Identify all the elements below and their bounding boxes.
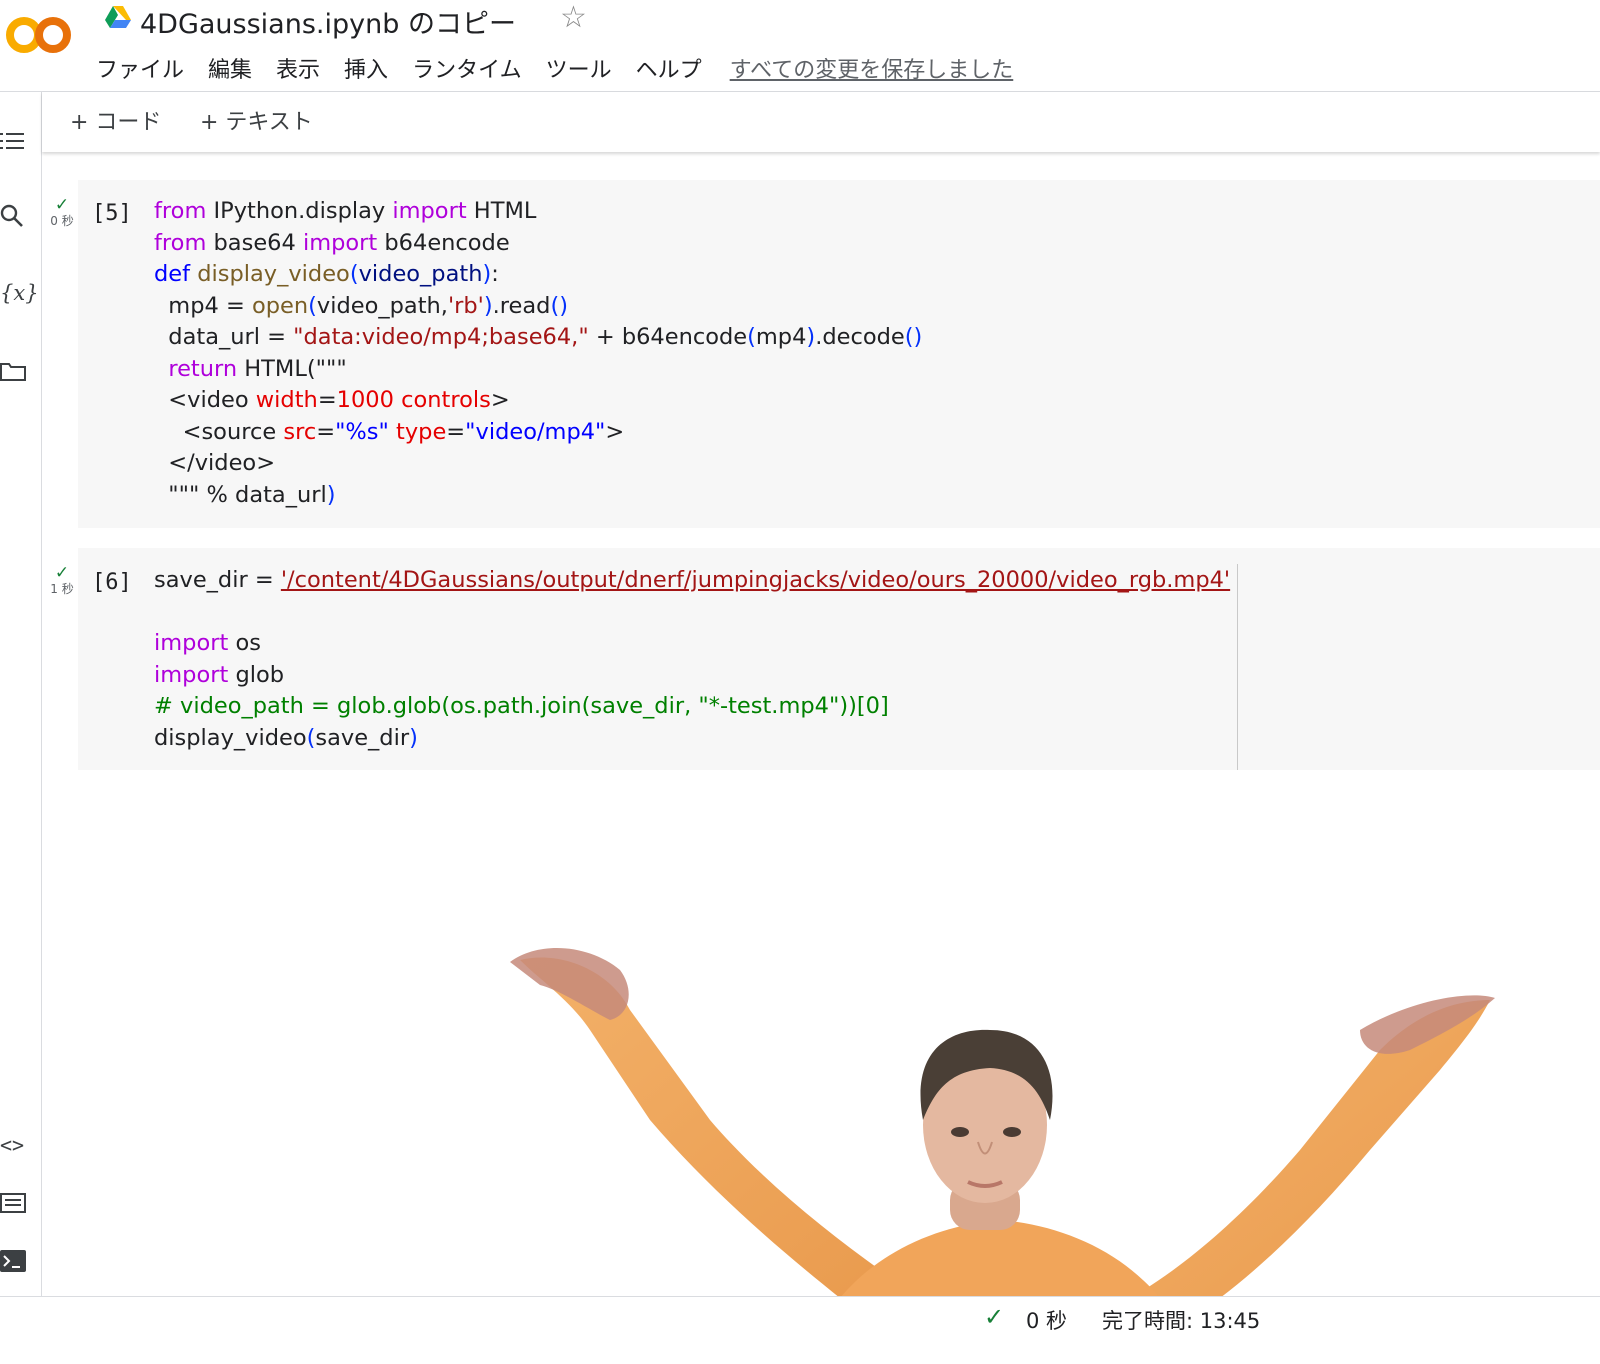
execution-count[interactable]: [6] <box>92 570 132 595</box>
success-check-icon: ✓ <box>54 195 70 214</box>
video-output[interactable] <box>480 920 1520 1298</box>
code-line: save_dir = '/content/4DGaussians/output/… <box>154 567 1231 593</box>
execution-count[interactable]: [5] <box>92 201 132 226</box>
code-line: mp4 = open(video_path,'rb').read() <box>154 292 569 319</box>
cell-status: ✓ 1 秒 <box>46 563 78 597</box>
code-line: import glob <box>154 661 285 688</box>
code-line: def display_video(video_path): <box>154 261 499 287</box>
search-glyph <box>0 204 23 227</box>
code-line: display_video(save_dir) <box>154 724 418 751</box>
folder-glyph <box>0 363 26 381</box>
save-status-link[interactable]: すべての変更を保存しました <box>730 52 1014 84</box>
cell-status: ✓ 0 秒 <box>46 195 78 229</box>
code-editor[interactable]: from IPython.display import HTML from bas… <box>154 196 922 511</box>
menu-help[interactable]: ヘルプ <box>636 52 702 84</box>
table-of-contents-icon[interactable] <box>0 124 34 158</box>
torso <box>840 1220 1160 1298</box>
folder-icon[interactable] <box>0 354 34 388</box>
right-arm <box>1130 1000 1490 1298</box>
google-drive-icon[interactable] <box>104 4 132 30</box>
code-line: data_url = "data:video/mp4;base64," + b6… <box>154 324 923 350</box>
exec-time: 1 秒 <box>50 582 74 596</box>
menu-view[interactable]: 表示 <box>276 52 320 84</box>
menu-bar: ファイル 編集 表示 挿入 ランタイム ツール ヘルプ すべての変更を保存しまし… <box>96 52 1013 84</box>
path-link[interactable]: '/content/4DGaussians/output/dnerf/jumpi… <box>281 567 1230 593</box>
notebook-title[interactable]: 4DGaussians.ipynb のコピー <box>140 2 516 41</box>
notebook-toolbar: + コード + テキスト <box>42 92 1600 152</box>
completion-time[interactable]: 完了時間: 13:45 <box>1102 1305 1260 1335</box>
status-check-icon: ✓ <box>984 1304 1005 1331</box>
menu-edit[interactable]: 編集 <box>208 52 252 84</box>
code-snippets-icon[interactable]: <> <box>0 1128 34 1162</box>
code-editor[interactable]: save_dir = '/content/4DGaussians/output/… <box>154 565 1230 754</box>
colab-logo[interactable] <box>2 6 74 62</box>
code-line: <video width=1000 controls> <box>154 387 510 413</box>
code-line: <source src="%s" type="video/mp4"> <box>154 418 625 445</box>
code-line: from base64 import b64encode <box>154 229 510 256</box>
elapsed-time[interactable]: 0 秒 <box>1026 1305 1067 1335</box>
code-line: # video_path = glob.glob(os.path.join(sa… <box>154 693 889 719</box>
exec-time: 0 秒 <box>50 214 74 228</box>
left-sidebar: {x} <> <box>0 92 42 1322</box>
code-line: from IPython.display import HTML <box>154 198 537 224</box>
left-hand <box>510 948 629 1020</box>
menu-file[interactable]: ファイル <box>96 52 184 84</box>
star-icon[interactable]: ☆ <box>560 2 587 34</box>
menu-insert[interactable]: 挿入 <box>344 52 388 84</box>
add-text-button[interactable]: + テキスト <box>200 104 313 136</box>
menu-runtime[interactable]: ランタイム <box>412 52 522 84</box>
code-line: return HTML(""" <box>168 355 347 382</box>
command-palette-glyph <box>0 1193 26 1213</box>
ruler-line <box>1237 564 1238 770</box>
left-arm <box>520 957 920 1298</box>
command-palette-icon[interactable] <box>0 1186 34 1220</box>
add-code-button[interactable]: + コード <box>70 104 161 136</box>
left-eye <box>951 1127 969 1137</box>
search-icon[interactable] <box>0 200 34 234</box>
terminal-icon[interactable] <box>0 1244 34 1278</box>
variables-icon[interactable]: {x} <box>0 276 39 310</box>
table-of-contents-glyph <box>0 133 24 149</box>
success-check-icon: ✓ <box>54 563 70 582</box>
menu-tools[interactable]: ツール <box>546 52 612 84</box>
status-bar: ✓ 0 秒 完了時間: 13:45 <box>0 1296 1600 1364</box>
code-line: import os <box>154 630 261 656</box>
terminal-glyph <box>0 1250 26 1272</box>
code-line: """ % data_url) <box>154 481 336 508</box>
header-bar: 4DGaussians.ipynb のコピー ☆ ファイル 編集 表示 挿入 ラ… <box>0 0 1600 92</box>
right-eye <box>1003 1127 1021 1137</box>
code-line: </video> <box>154 450 276 476</box>
